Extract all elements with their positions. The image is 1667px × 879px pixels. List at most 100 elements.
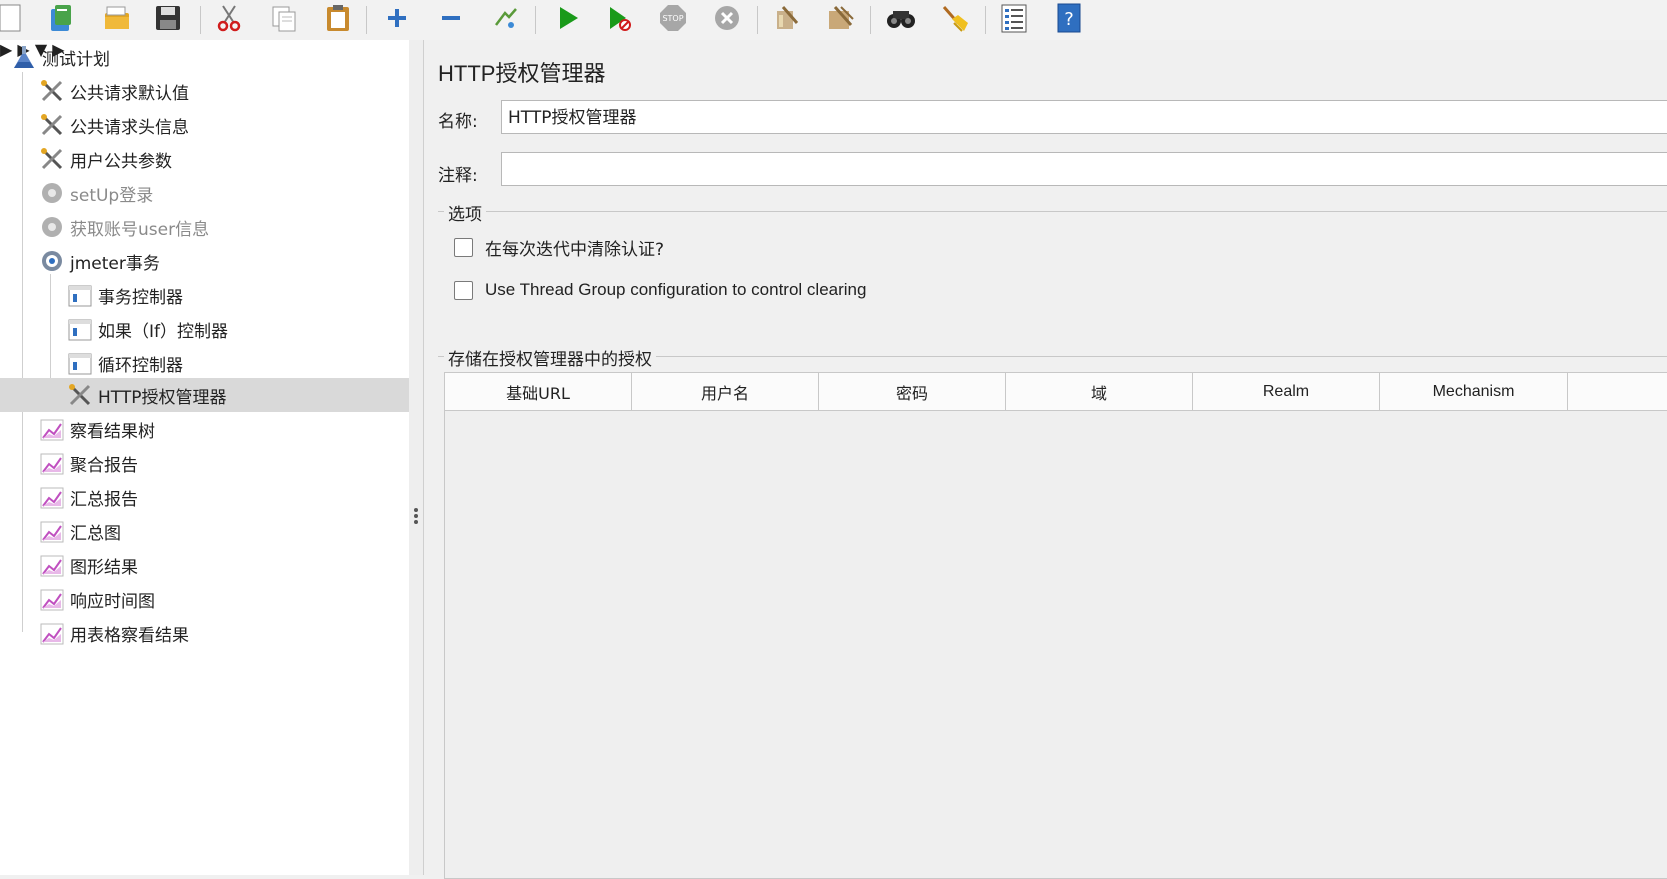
svg-text:STOP: STOP — [662, 14, 683, 23]
tree-node-label: 图形结果 — [70, 557, 138, 578]
tree-node-loop-controller[interactable]: 循环控制器 — [66, 346, 183, 380]
shutdown-icon[interactable] — [711, 2, 743, 34]
tree-node-view-results-table[interactable]: 用表格察看结果 — [38, 616, 189, 650]
tree-node-aggregate-report[interactable]: 聚合报告 — [38, 446, 138, 480]
graph-icon — [38, 415, 66, 443]
clear-all-icon[interactable] — [824, 2, 856, 34]
new-icon[interactable] — [0, 2, 26, 34]
divider-grip — [414, 520, 418, 524]
use-thread-group-checkbox[interactable] — [454, 280, 473, 300]
tree-node-label: 用表格察看结果 — [70, 625, 189, 646]
function-helper-icon[interactable] — [998, 2, 1030, 34]
save-icon[interactable] — [152, 2, 184, 34]
templates-icon[interactable] — [44, 2, 76, 34]
toolbar: STOP ? — [0, 0, 1667, 41]
group-border — [438, 356, 444, 357]
comment-label: 注释: — [438, 166, 478, 186]
column-header-mechanism[interactable]: Mechanism — [1380, 373, 1568, 410]
tree-node-get-account[interactable]: 获取账号user信息 — [38, 210, 209, 244]
graph-icon — [38, 585, 66, 613]
tree-node-summary-report[interactable]: 汇总报告 — [38, 480, 138, 514]
column-header-base-url[interactable]: 基础URL — [445, 373, 632, 410]
reset-search-icon[interactable] — [938, 2, 970, 34]
gear-icon — [38, 213, 66, 241]
copy-icon[interactable] — [268, 2, 300, 34]
column-header-domain[interactable]: 域 — [1006, 373, 1193, 410]
tree-node-label: jmeter事务 — [70, 253, 160, 274]
column-header-username[interactable]: 用户名 — [632, 373, 819, 410]
tree-connector — [22, 72, 23, 632]
tree-node-response-time-graph[interactable]: 响应时间图 — [38, 582, 155, 616]
name-field[interactable]: HTTP授权管理器 — [501, 100, 1667, 134]
tree-node-test-plan[interactable]: 测试计划 — [10, 40, 110, 74]
open-icon[interactable] — [100, 2, 132, 34]
tree-node-label: 事务控制器 — [98, 287, 183, 308]
tree-node-transaction-controller[interactable]: 事务控制器 — [66, 278, 183, 312]
tree-node-jmeter-transaction[interactable]: jmeter事务 — [38, 244, 160, 278]
wrench-screwdriver-icon — [66, 381, 94, 409]
graph-icon — [38, 483, 66, 511]
search-icon[interactable] — [885, 2, 917, 34]
tree-node-graph-results[interactable]: 图形结果 — [38, 548, 138, 582]
config-panel: HTTP授权管理器 名称: HTTP授权管理器 注释: 选项 在每次迭代中清除认… — [424, 40, 1667, 879]
tree-node-setup-login[interactable]: setUp登录 — [38, 176, 153, 210]
tree-node-if-controller[interactable]: 如果（If）控制器 — [66, 312, 228, 346]
stop-icon[interactable]: STOP — [657, 2, 689, 34]
column-header-password[interactable]: 密码 — [819, 373, 1006, 410]
help-icon[interactable]: ? — [1053, 2, 1085, 34]
auth-table-header: 基础URL 用户名 密码 域 Realm Mechanism — [445, 373, 1667, 411]
options-group-title: 选项 — [448, 205, 482, 225]
tree-node-summary-graph[interactable]: 汇总图 — [38, 514, 121, 548]
expand-icon[interactable] — [381, 2, 413, 34]
controller-icon — [66, 349, 94, 377]
group-border — [656, 356, 1667, 357]
tree-node-http-defaults[interactable]: 公共请求默认值 — [38, 74, 189, 108]
tree-node-label: 测试计划 — [42, 49, 110, 70]
tree-node-label: 汇总图 — [70, 523, 121, 544]
use-thread-group-row[interactable]: Use Thread Group configuration to contro… — [454, 280, 866, 300]
stored-auth-group-title: 存储在授权管理器中的授权 — [448, 350, 652, 370]
graph-icon — [38, 551, 66, 579]
clear-each-iteration-checkbox[interactable] — [454, 238, 473, 257]
toolbar-separator — [200, 6, 201, 34]
tree-node-label: setUp登录 — [70, 185, 154, 206]
use-thread-group-label: Use Thread Group configuration to contro… — [485, 280, 867, 299]
auth-table[interactable]: 基础URL 用户名 密码 域 Realm Mechanism — [444, 372, 1667, 879]
start-no-pause-icon[interactable] — [603, 2, 635, 34]
tree-node-label: 循环控制器 — [98, 355, 183, 376]
column-header-realm[interactable]: Realm — [1193, 373, 1380, 410]
cut-icon[interactable] — [213, 2, 245, 34]
tree-node-label: 公共请求默认值 — [70, 83, 189, 104]
toolbar-separator — [870, 6, 871, 34]
clear-icon[interactable] — [770, 2, 802, 34]
tree-node-label: 察看结果树 — [70, 421, 155, 442]
tree-node-view-results-tree[interactable]: 察看结果树 — [38, 412, 155, 446]
tree-node-header-manager[interactable]: 公共请求头信息 — [38, 108, 189, 142]
gear-icon — [38, 179, 66, 207]
graph-icon — [38, 517, 66, 545]
tree-node-label: 公共请求头信息 — [70, 117, 189, 138]
tree-node-user-params[interactable]: 用户公共参数 — [38, 142, 172, 176]
toggle-icon[interactable] — [490, 2, 522, 34]
graph-icon — [38, 449, 66, 477]
tree-node-label: 获取账号user信息 — [70, 219, 210, 240]
group-border — [438, 211, 444, 212]
test-plan-tree[interactable]: 测试计划 公共请求默认值 公共请求头信息 用户公共参数 ▶ setUp登录 ▶ … — [0, 40, 410, 875]
controller-icon — [66, 315, 94, 343]
clear-each-iteration-row[interactable]: 在每次迭代中清除认证? — [454, 235, 664, 260]
divider-grip — [414, 514, 418, 518]
group-border — [486, 211, 1667, 212]
tree-node-label: 用户公共参数 — [70, 151, 172, 172]
gear-icon — [38, 247, 66, 275]
start-icon[interactable] — [551, 2, 583, 34]
paste-icon[interactable] — [322, 2, 354, 34]
comment-field[interactable] — [501, 152, 1667, 186]
tree-node-http-auth-manager[interactable]: HTTP授权管理器 — [0, 378, 409, 412]
collapse-icon[interactable] — [435, 2, 467, 34]
split-pane-divider[interactable] — [409, 40, 424, 875]
panel-title: HTTP授权管理器 — [438, 61, 606, 86]
controller-icon — [66, 281, 94, 309]
svg-text:?: ? — [1064, 9, 1074, 30]
divider-grip — [414, 508, 418, 512]
toolbar-separator — [366, 6, 367, 34]
